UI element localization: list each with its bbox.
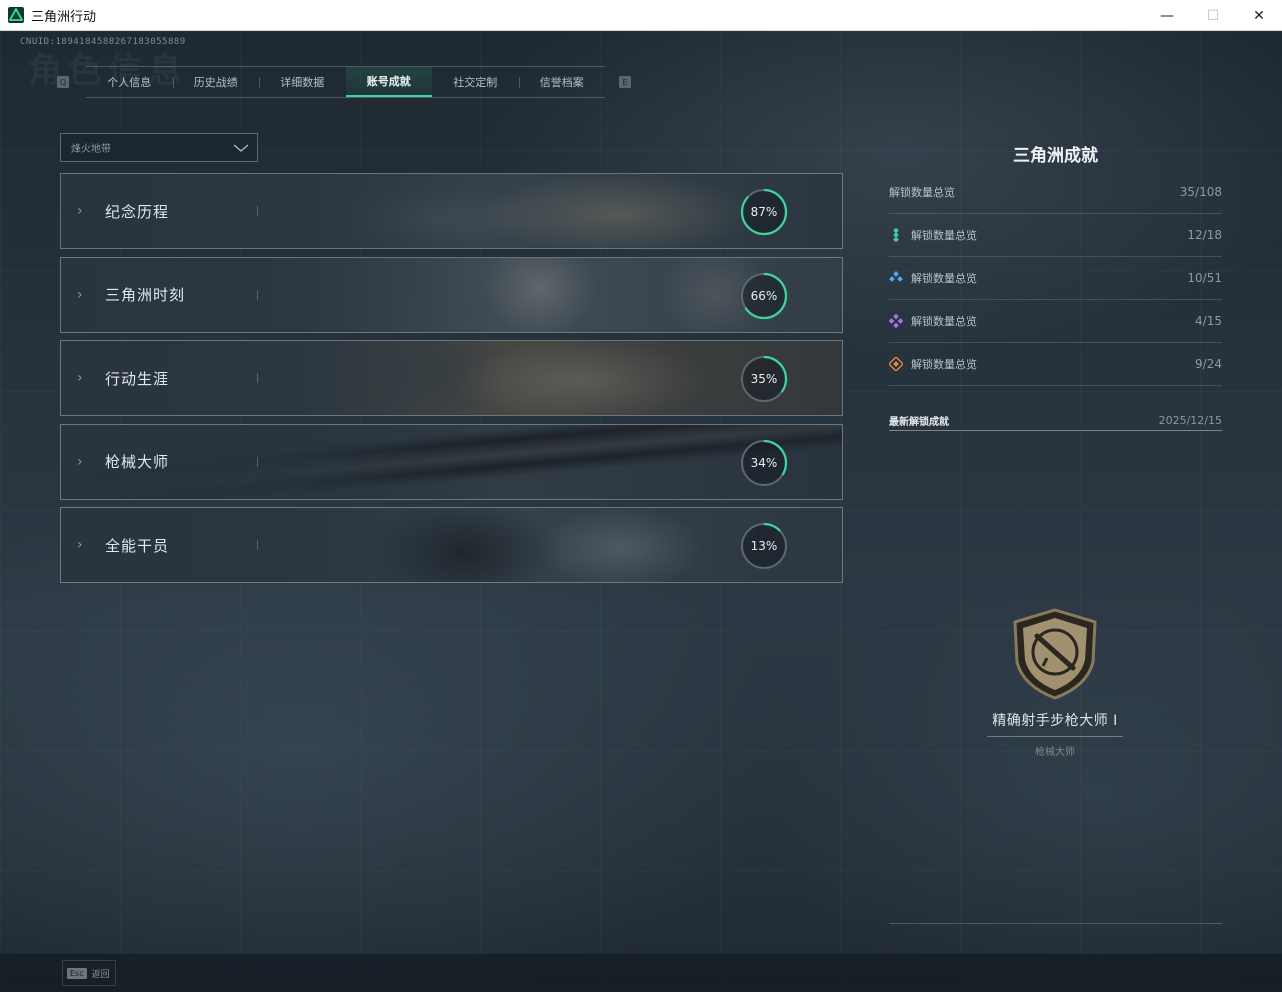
top-tab-bar: Q 个人信息 历史战绩 详细数据 账号成就 社交定制 信誉档案 E: [57, 66, 635, 98]
progress-percent: 66%: [750, 288, 778, 303]
game-viewport: 角色信息 CNUID:1894184588267183055889 Q 个人信息…: [0, 31, 1282, 992]
chevron-right-icon: ›: [77, 370, 83, 386]
rifle-shield-badge-icon: [1013, 608, 1097, 700]
stat-row-green: 解锁数量总览 12/18: [889, 214, 1222, 257]
window-title: 三角洲行动: [31, 9, 97, 25]
progress-ring: 34%: [739, 438, 789, 488]
stat-value: 35/108: [1179, 185, 1222, 199]
badge-category: 枪械大师: [1035, 747, 1075, 758]
stat-value: 12/18: [1187, 228, 1222, 242]
purple-diamonds-icon: [889, 314, 903, 328]
stat-label: 解锁数量总览: [911, 358, 977, 371]
tab-profile[interactable]: 个人信息: [86, 67, 173, 97]
progress-percent: 13%: [750, 539, 778, 553]
stat-row-orange: 解锁数量总览 9/24: [889, 343, 1222, 386]
chevron-right-icon: ›: [77, 203, 83, 219]
chevron-right-icon: ›: [77, 453, 83, 470]
player-uid: CNUID:1894184588267183055889: [20, 37, 186, 47]
progress-ring: 66%: [739, 271, 789, 321]
stat-label: 解锁数量总览: [911, 272, 977, 285]
progress-percent: 87%: [750, 205, 778, 219]
tab-social-customize[interactable]: 社交定制: [432, 67, 519, 97]
green-diamonds-icon: [893, 228, 899, 242]
tab-reputation[interactable]: 信誉档案: [518, 67, 606, 97]
chevron-down-icon: [233, 143, 249, 152]
category-row[interactable]: › 纪念历程 87%: [60, 173, 843, 249]
stat-label: 解锁数量总览: [889, 186, 955, 199]
stat-row-total: 解锁数量总览 35/108: [889, 171, 1222, 214]
panel-divider: [889, 923, 1222, 924]
prev-tab-key-hint[interactable]: Q: [57, 76, 69, 88]
minimize-button[interactable]: —: [1144, 0, 1190, 31]
tab-detailed-stats[interactable]: 详细数据: [259, 67, 346, 97]
progress-percent: 35%: [750, 372, 778, 386]
stat-row-blue: 解锁数量总览 10/51: [889, 257, 1222, 300]
bottom-bar: Esc 返回: [0, 953, 1282, 992]
close-button[interactable]: ✕: [1236, 0, 1282, 31]
latest-achievement[interactable]: 精确射手步枪大师 I 枪械大师: [975, 606, 1135, 758]
badge-name: 精确射手步枪大师 I: [992, 713, 1118, 729]
category-label: 枪械大师: [105, 453, 170, 471]
achievement-category-list: › 纪念历程 87% › 三角洲时刻 66% › 行动生涯 35% › 枪械大师…: [60, 173, 843, 591]
progress-ring: 87%: [739, 187, 789, 237]
category-row[interactable]: › 三角洲时刻 66%: [60, 256, 843, 333]
mode-dropdown[interactable]: 烽火地带: [60, 133, 258, 162]
back-label: 返回: [91, 969, 110, 980]
category-label: 三角洲时刻: [105, 286, 186, 304]
maximize-button[interactable]: ☐: [1190, 0, 1236, 31]
blue-diamonds-icon: [889, 271, 903, 282]
progress-ring: 35%: [739, 354, 789, 404]
category-row[interactable]: › 全能干员 13%: [60, 507, 843, 583]
category-label: 行动生涯: [105, 369, 170, 388]
latest-unlock-label: 最新解锁成就: [889, 416, 949, 428]
app-logo-icon: [8, 7, 24, 23]
tab-match-history[interactable]: 历史战绩: [172, 67, 260, 97]
orange-diamonds-icon: [889, 357, 903, 371]
stat-value: 9/24: [1195, 357, 1222, 371]
back-button[interactable]: Esc 返回: [62, 960, 116, 986]
category-label: 全能干员: [105, 536, 170, 555]
chevron-right-icon: ›: [77, 537, 83, 553]
stat-label: 解锁数量总览: [911, 229, 977, 242]
stat-row-purple: 解锁数量总览 4/15: [889, 300, 1222, 343]
tab-list: 个人信息 历史战绩 详细数据 账号成就 社交定制 信誉档案: [86, 66, 605, 98]
progress-percent: 34%: [750, 455, 778, 470]
stat-label: 解锁数量总览: [911, 315, 977, 328]
latest-unlock-date: 2025/12/15: [1158, 413, 1222, 427]
category-label: 纪念历程: [105, 202, 170, 221]
category-row[interactable]: › 行动生涯 35%: [60, 340, 843, 416]
stat-value: 10/51: [1187, 271, 1222, 285]
stat-value: 4/15: [1195, 314, 1222, 328]
next-tab-key-hint[interactable]: E: [619, 76, 631, 88]
mode-dropdown-value: 烽火地带: [71, 144, 111, 155]
chevron-right-icon: ›: [77, 286, 83, 303]
category-row[interactable]: › 枪械大师 34%: [60, 423, 843, 500]
tab-achievements[interactable]: 账号成就: [345, 67, 432, 97]
achievement-summary-panel: 三角洲成就 解锁数量总览 35/108 解锁数量总览 12/18 解锁数量总览 …: [889, 131, 1222, 431]
progress-ring: 13%: [739, 521, 789, 571]
esc-key-icon: Esc: [67, 967, 87, 979]
latest-unlock-header: 最新解锁成就 2025/12/15: [889, 410, 1222, 431]
window-titlebar: 三角洲行动 — ☐ ✕: [0, 0, 1282, 31]
panel-title: 三角洲成就: [1013, 146, 1098, 166]
